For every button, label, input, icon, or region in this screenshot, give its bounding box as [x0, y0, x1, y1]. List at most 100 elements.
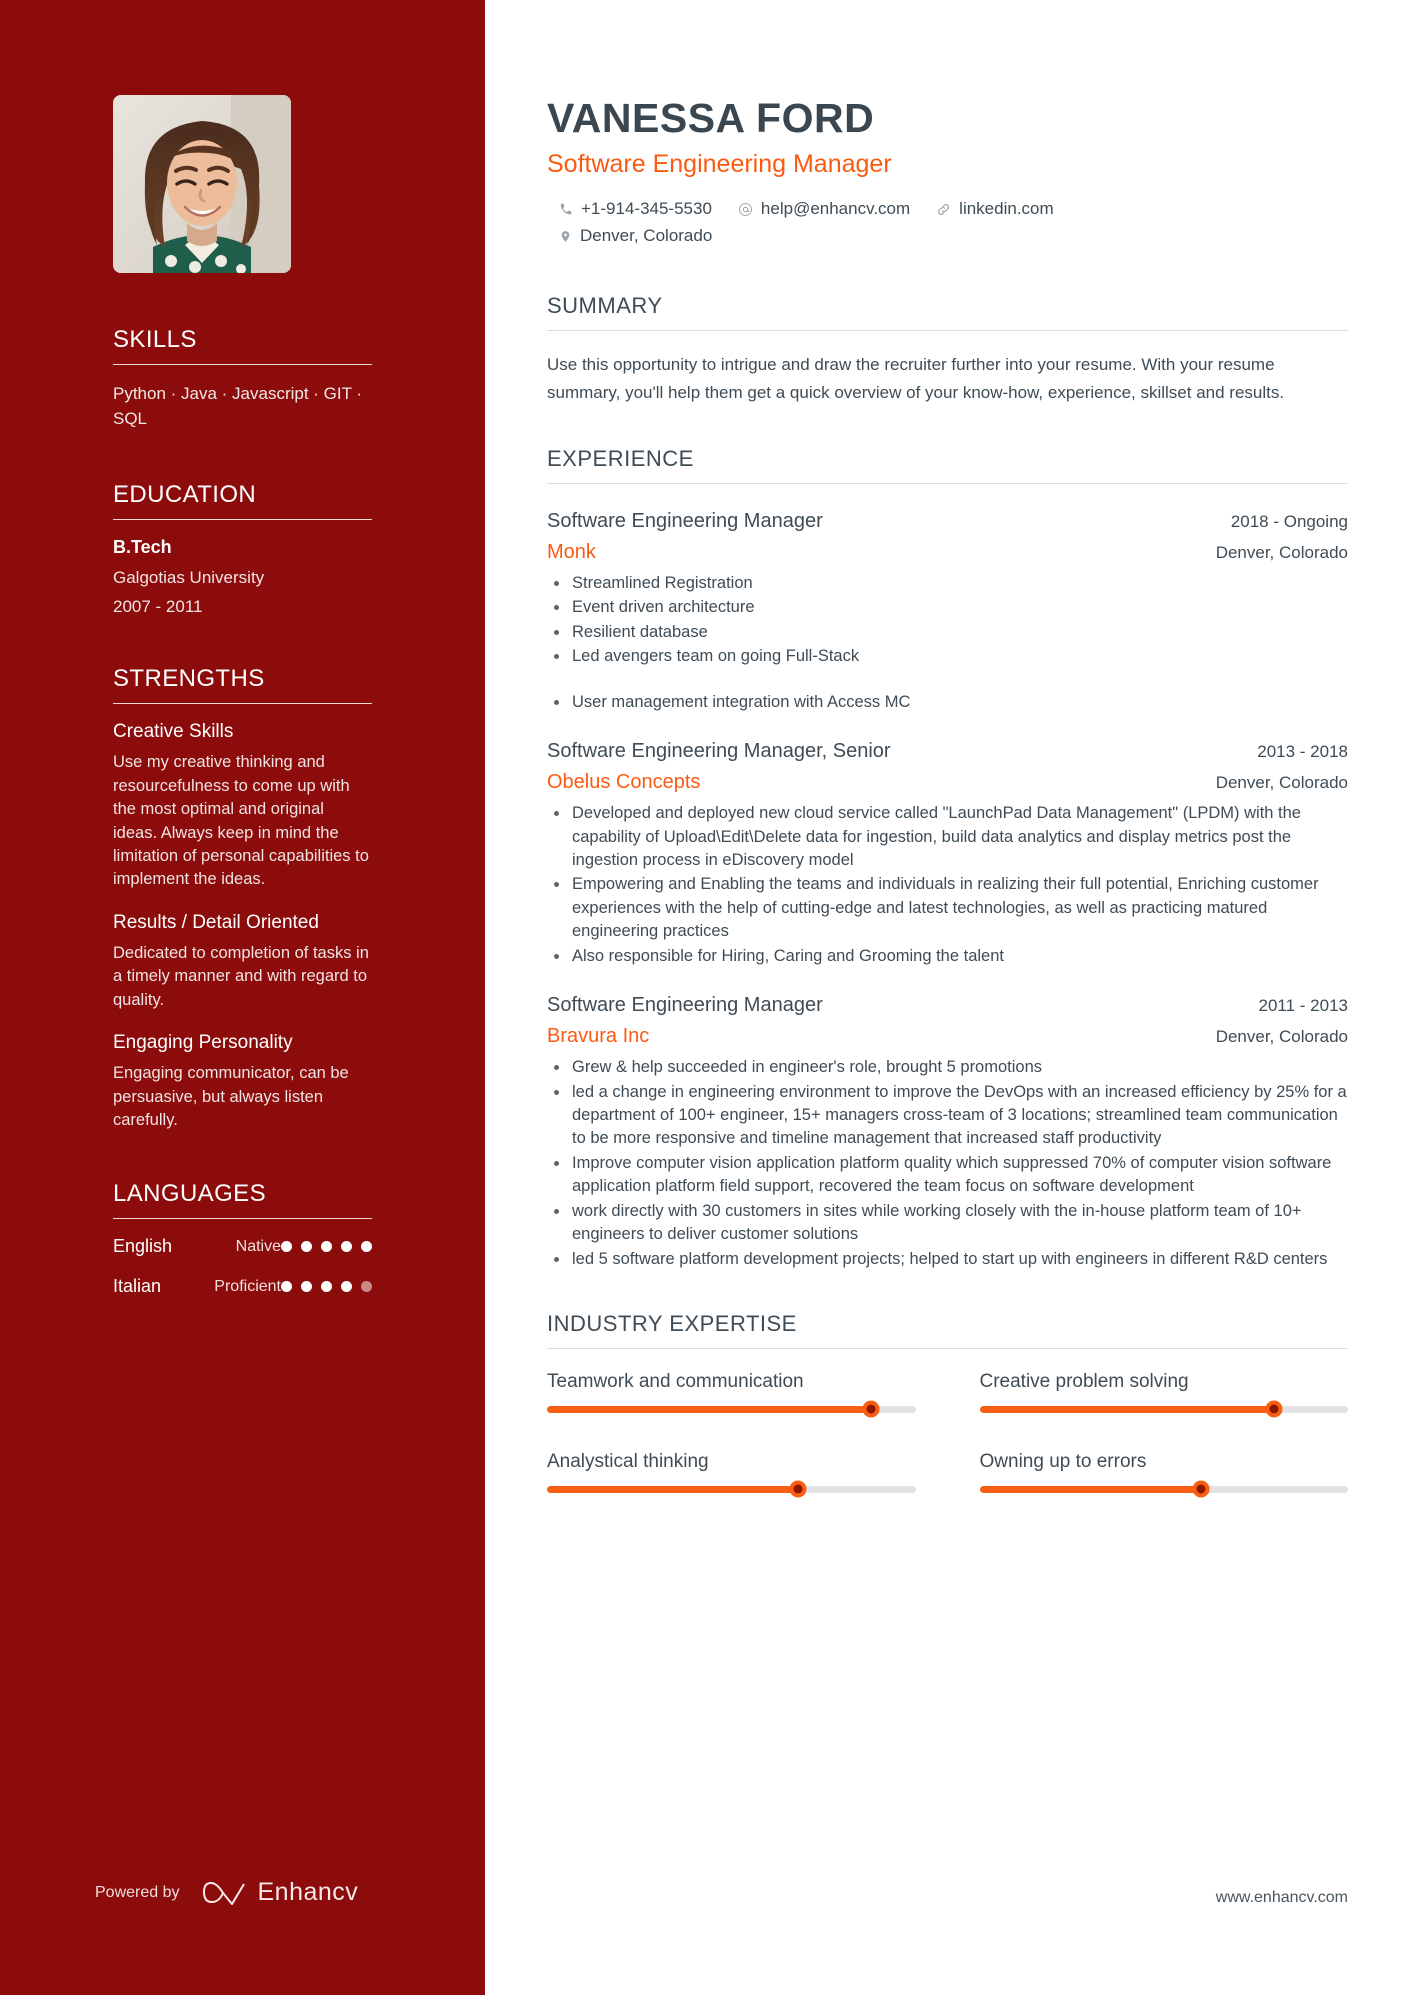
- expertise-item: Teamwork and communication: [547, 1370, 916, 1418]
- experience-title: Software Engineering Manager, Senior: [547, 740, 891, 763]
- avatar-container: [0, 0, 485, 273]
- experience-date: 2018 - Ongoing: [1230, 512, 1348, 532]
- expertise-item: Creative problem solving: [979, 1370, 1348, 1418]
- education-degree: B.Tech: [113, 537, 172, 558]
- skills-section: SKILLS Python · Java · Javascript · GIT …: [0, 326, 485, 431]
- strengths-heading: STRENGTHS: [113, 665, 265, 693]
- language-name: Italian: [113, 1276, 162, 1297]
- contact-phone[interactable]: +1-914-345-5530: [559, 199, 712, 219]
- expertise-slider-fill: [547, 1485, 798, 1493]
- expertise-slider[interactable]: [979, 1480, 1348, 1498]
- industry-expertise-section: INDUSTRY EXPERTISE Teamwork and communic…: [547, 1311, 1348, 1498]
- expertise-slider[interactable]: [547, 1400, 916, 1418]
- resume-page: SKILLS Python · Java · Javascript · GIT …: [0, 0, 1410, 1995]
- expertise-slider-knob[interactable]: [862, 1400, 880, 1418]
- experience-bullets: Developed and deployed new cloud service…: [547, 802, 1348, 968]
- expertise-label: Teamwork and communication: [547, 1370, 804, 1392]
- education-heading: EDUCATION: [113, 481, 257, 509]
- bullet-item: Grew & help succeeded in engineer's role…: [547, 1056, 1348, 1079]
- bullet-item: work directly with 30 customers in sites…: [547, 1200, 1348, 1247]
- main-content: VANESSA FORD Software Engineering Manage…: [485, 0, 1410, 1995]
- language-level: Native: [235, 1237, 281, 1255]
- rating-dot: [301, 1281, 312, 1293]
- strengths-section: STRENGTHS Creative Skills Use my creativ…: [0, 665, 485, 1132]
- bullet-item: Event driven architecture: [547, 596, 1348, 619]
- experience-company: Obelus Concepts: [547, 771, 701, 794]
- experience-subheader: Obelus Concepts Denver, Colorado: [547, 771, 1348, 794]
- brand-name: Enhancv: [257, 1878, 359, 1906]
- powered-by-label: Powered by: [95, 1883, 180, 1901]
- experience-header: Software Engineering Manager, Senior 201…: [547, 740, 1348, 763]
- languages-section: LANGUAGES English Native Italian Profici…: [0, 1180, 485, 1297]
- page-title: VANESSA FORD: [547, 95, 875, 141]
- bullet-item: User management integration with Access …: [547, 691, 1348, 714]
- bullet-item: Resilient database: [547, 621, 1348, 644]
- skills-heading: SKILLS: [113, 326, 197, 353]
- experience-divider: [547, 483, 1348, 485]
- avatar: [113, 95, 291, 273]
- contact-linkedin-text: linkedin.com: [959, 199, 1054, 218]
- languages-divider: [113, 1218, 372, 1220]
- expertise-item: Analystical thinking: [547, 1450, 916, 1498]
- expertise-slider[interactable]: [547, 1480, 916, 1498]
- strength-item: Creative Skills Use my creative thinking…: [113, 721, 372, 892]
- infinity-icon: [202, 1881, 245, 1905]
- bullet-item: Developed and deployed new cloud service…: [547, 802, 1348, 872]
- languages-heading: LANGUAGES: [113, 1180, 266, 1208]
- skills-divider: [113, 364, 372, 365]
- contact-email[interactable]: help@enhancv.com: [738, 199, 910, 219]
- experience-bullets: Streamlined Registration Event driven ar…: [547, 572, 1348, 714]
- strengths-divider: [113, 703, 372, 705]
- summary-text: Use this opportunity to intrigue and dra…: [547, 355, 1285, 402]
- bullet-item: Also responsible for Hiring, Caring and …: [547, 945, 1348, 968]
- expertise-slider[interactable]: [979, 1400, 1348, 1418]
- experience-section: EXPERIENCE Software Engineering Manager …: [547, 446, 1348, 1271]
- summary-heading: SUMMARY: [547, 293, 663, 318]
- experience-title: Software Engineering Manager: [547, 994, 823, 1017]
- strength-name: Results / Detail Oriented: [113, 911, 319, 933]
- expertise-slider-knob[interactable]: [1192, 1480, 1210, 1498]
- experience-location: Denver, Colorado: [1215, 1027, 1348, 1047]
- strength-item: Results / Detail Oriented Dedicated to c…: [113, 912, 372, 1012]
- bullet-item: led 5 software platform development proj…: [547, 1248, 1348, 1271]
- skills-list: Python · Java · Javascript · GIT · SQL: [113, 384, 363, 428]
- rating-dot: [361, 1241, 372, 1253]
- job-role-subtitle: Software Engineering Manager: [547, 150, 892, 178]
- bullet-item: Streamlined Registration: [547, 572, 1348, 595]
- contact-phone-text: +1-914-345-5530: [581, 199, 712, 218]
- rating-dot: [301, 1241, 312, 1253]
- contact-linkedin[interactable]: linkedin.com: [936, 199, 1054, 219]
- expertise-label: Creative problem solving: [979, 1370, 1189, 1392]
- expertise-slider-fill: [979, 1405, 1275, 1413]
- rating-dot: [281, 1281, 292, 1293]
- strength-name: Engaging Personality: [113, 1032, 293, 1054]
- experience-subheader: Monk Denver, Colorado: [547, 541, 1348, 564]
- expertise-slider-knob[interactable]: [789, 1480, 807, 1498]
- expertise-label: Analystical thinking: [547, 1450, 709, 1472]
- rating-dot: [321, 1281, 332, 1293]
- strength-text: Dedicated to completion of tasks in a ti…: [113, 943, 369, 1009]
- rating-dot-empty: [361, 1281, 372, 1293]
- language-rating: [281, 1281, 372, 1293]
- bullet-item: Led avengers team on going Full-Stack: [547, 645, 1348, 668]
- expertise-grid: Teamwork and communication Creative prob…: [547, 1370, 1348, 1498]
- language-row: English Native: [113, 1236, 372, 1257]
- experience-location: Denver, Colorado: [1215, 773, 1348, 793]
- summary-section: SUMMARY Use this opportunity to intrigue…: [547, 293, 1348, 406]
- sidebar: SKILLS Python · Java · Javascript · GIT …: [0, 0, 485, 1995]
- experience-item: Software Engineering Manager 2018 - Ongo…: [547, 510, 1348, 714]
- bullet-item: led a change in engineering environment …: [547, 1081, 1348, 1151]
- enhancv-logo: Enhancv: [202, 1878, 359, 1907]
- language-level: Proficient: [214, 1277, 281, 1295]
- phone-icon: [560, 203, 572, 215]
- experience-item: Software Engineering Manager, Senior 201…: [547, 740, 1348, 968]
- website-footer: www.enhancv.com: [1215, 1889, 1348, 1906]
- expertise-slider-knob[interactable]: [1265, 1400, 1283, 1418]
- education-school: Galgotias University: [113, 568, 265, 588]
- rating-dot: [321, 1241, 332, 1253]
- experience-title: Software Engineering Manager: [547, 510, 823, 533]
- location-icon: [561, 230, 570, 242]
- expertise-item: Owning up to errors: [979, 1451, 1348, 1498]
- strength-text: Use my creative thinking and resourceful…: [113, 753, 369, 889]
- experience-bullets: Grew & help succeeded in engineer's role…: [547, 1056, 1348, 1271]
